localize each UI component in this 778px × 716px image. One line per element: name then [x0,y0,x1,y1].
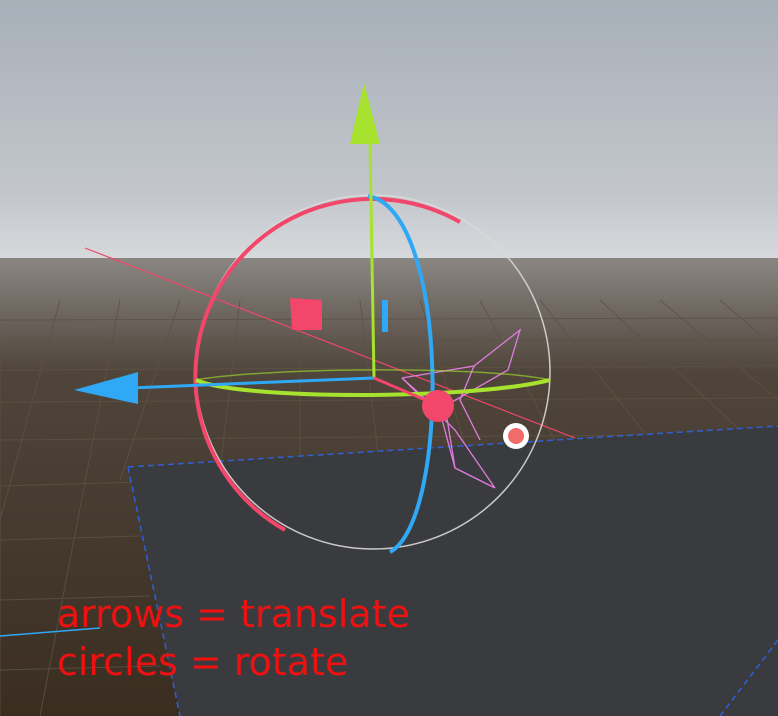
annotation-circles-rotate: circles = rotate [57,640,349,684]
3d-viewport[interactable]: arrows = translate circles = rotate [0,0,778,716]
sky-background [0,0,778,262]
plane-handle-xy[interactable] [290,298,322,330]
plane-handle-small[interactable] [382,300,388,332]
annotation-arrows-translate: arrows = translate [57,592,410,636]
light-bulb-icon[interactable] [503,423,529,449]
translate-x-handle[interactable] [422,390,454,422]
